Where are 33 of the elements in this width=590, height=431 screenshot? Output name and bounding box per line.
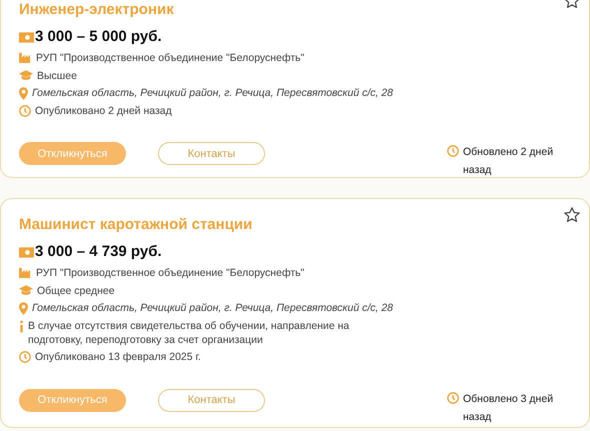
updated-time: Обновлено 2 дней назад	[463, 145, 554, 178]
star-icon[interactable]	[563, 206, 581, 224]
money-icon	[19, 246, 34, 258]
factory-icon	[19, 52, 32, 63]
vacancy-title[interactable]: Инженер-электроник	[19, 0, 571, 20]
respond-button[interactable]: Откликнуться	[19, 388, 126, 412]
education-level: Высшее	[37, 68, 77, 82]
contacts-button[interactable]: Контакты	[158, 142, 265, 165]
company-name: РУП "Производственное объединение "Белоруснефть"	[36, 51, 304, 65]
address-text: Гомельская область, Речицкий район, г. Речица, Пересвятовский с/с, 28	[32, 301, 394, 315]
respond-button[interactable]: Откликнуться	[19, 142, 126, 165]
clock-icon	[19, 351, 31, 363]
clock-icon	[19, 104, 31, 116]
location-pin-icon	[19, 302, 28, 315]
salary-range: 3 000 – 5 000 руб.	[35, 28, 162, 46]
factory-icon	[19, 267, 32, 278]
info-text: В случае отсутствия свидетельства об обучении, направление на подготовку, переподготовку за счет организации	[28, 318, 350, 346]
info-icon	[19, 320, 24, 332]
money-icon	[19, 32, 34, 42]
vacancy-title[interactable]: Машинист каротажной станции	[19, 215, 571, 235]
contacts-button[interactable]: Контакты	[158, 388, 265, 412]
education-level: Общее среднее	[37, 284, 115, 298]
graduation-cap-icon	[19, 284, 33, 294]
company-name: РУП "Производственное объединение "Белоруснефть"	[36, 266, 304, 280]
clock-icon	[447, 392, 459, 404]
updated-time: Обновлено 3 дней назад	[463, 392, 554, 424]
published-date: Опубликовано 13 февраля 2025 г.	[35, 350, 201, 364]
graduation-cap-icon	[19, 70, 33, 80]
location-pin-icon	[19, 87, 28, 100]
salary-range: 3 000 – 4 739 руб.	[35, 243, 162, 261]
address-text: Гомельская область, Речицкий район, г. Речица, Пересвятовский с/с, 28	[32, 86, 394, 100]
published-date: Опубликовано 2 дней назад	[35, 104, 172, 118]
clock-icon	[447, 145, 459, 157]
